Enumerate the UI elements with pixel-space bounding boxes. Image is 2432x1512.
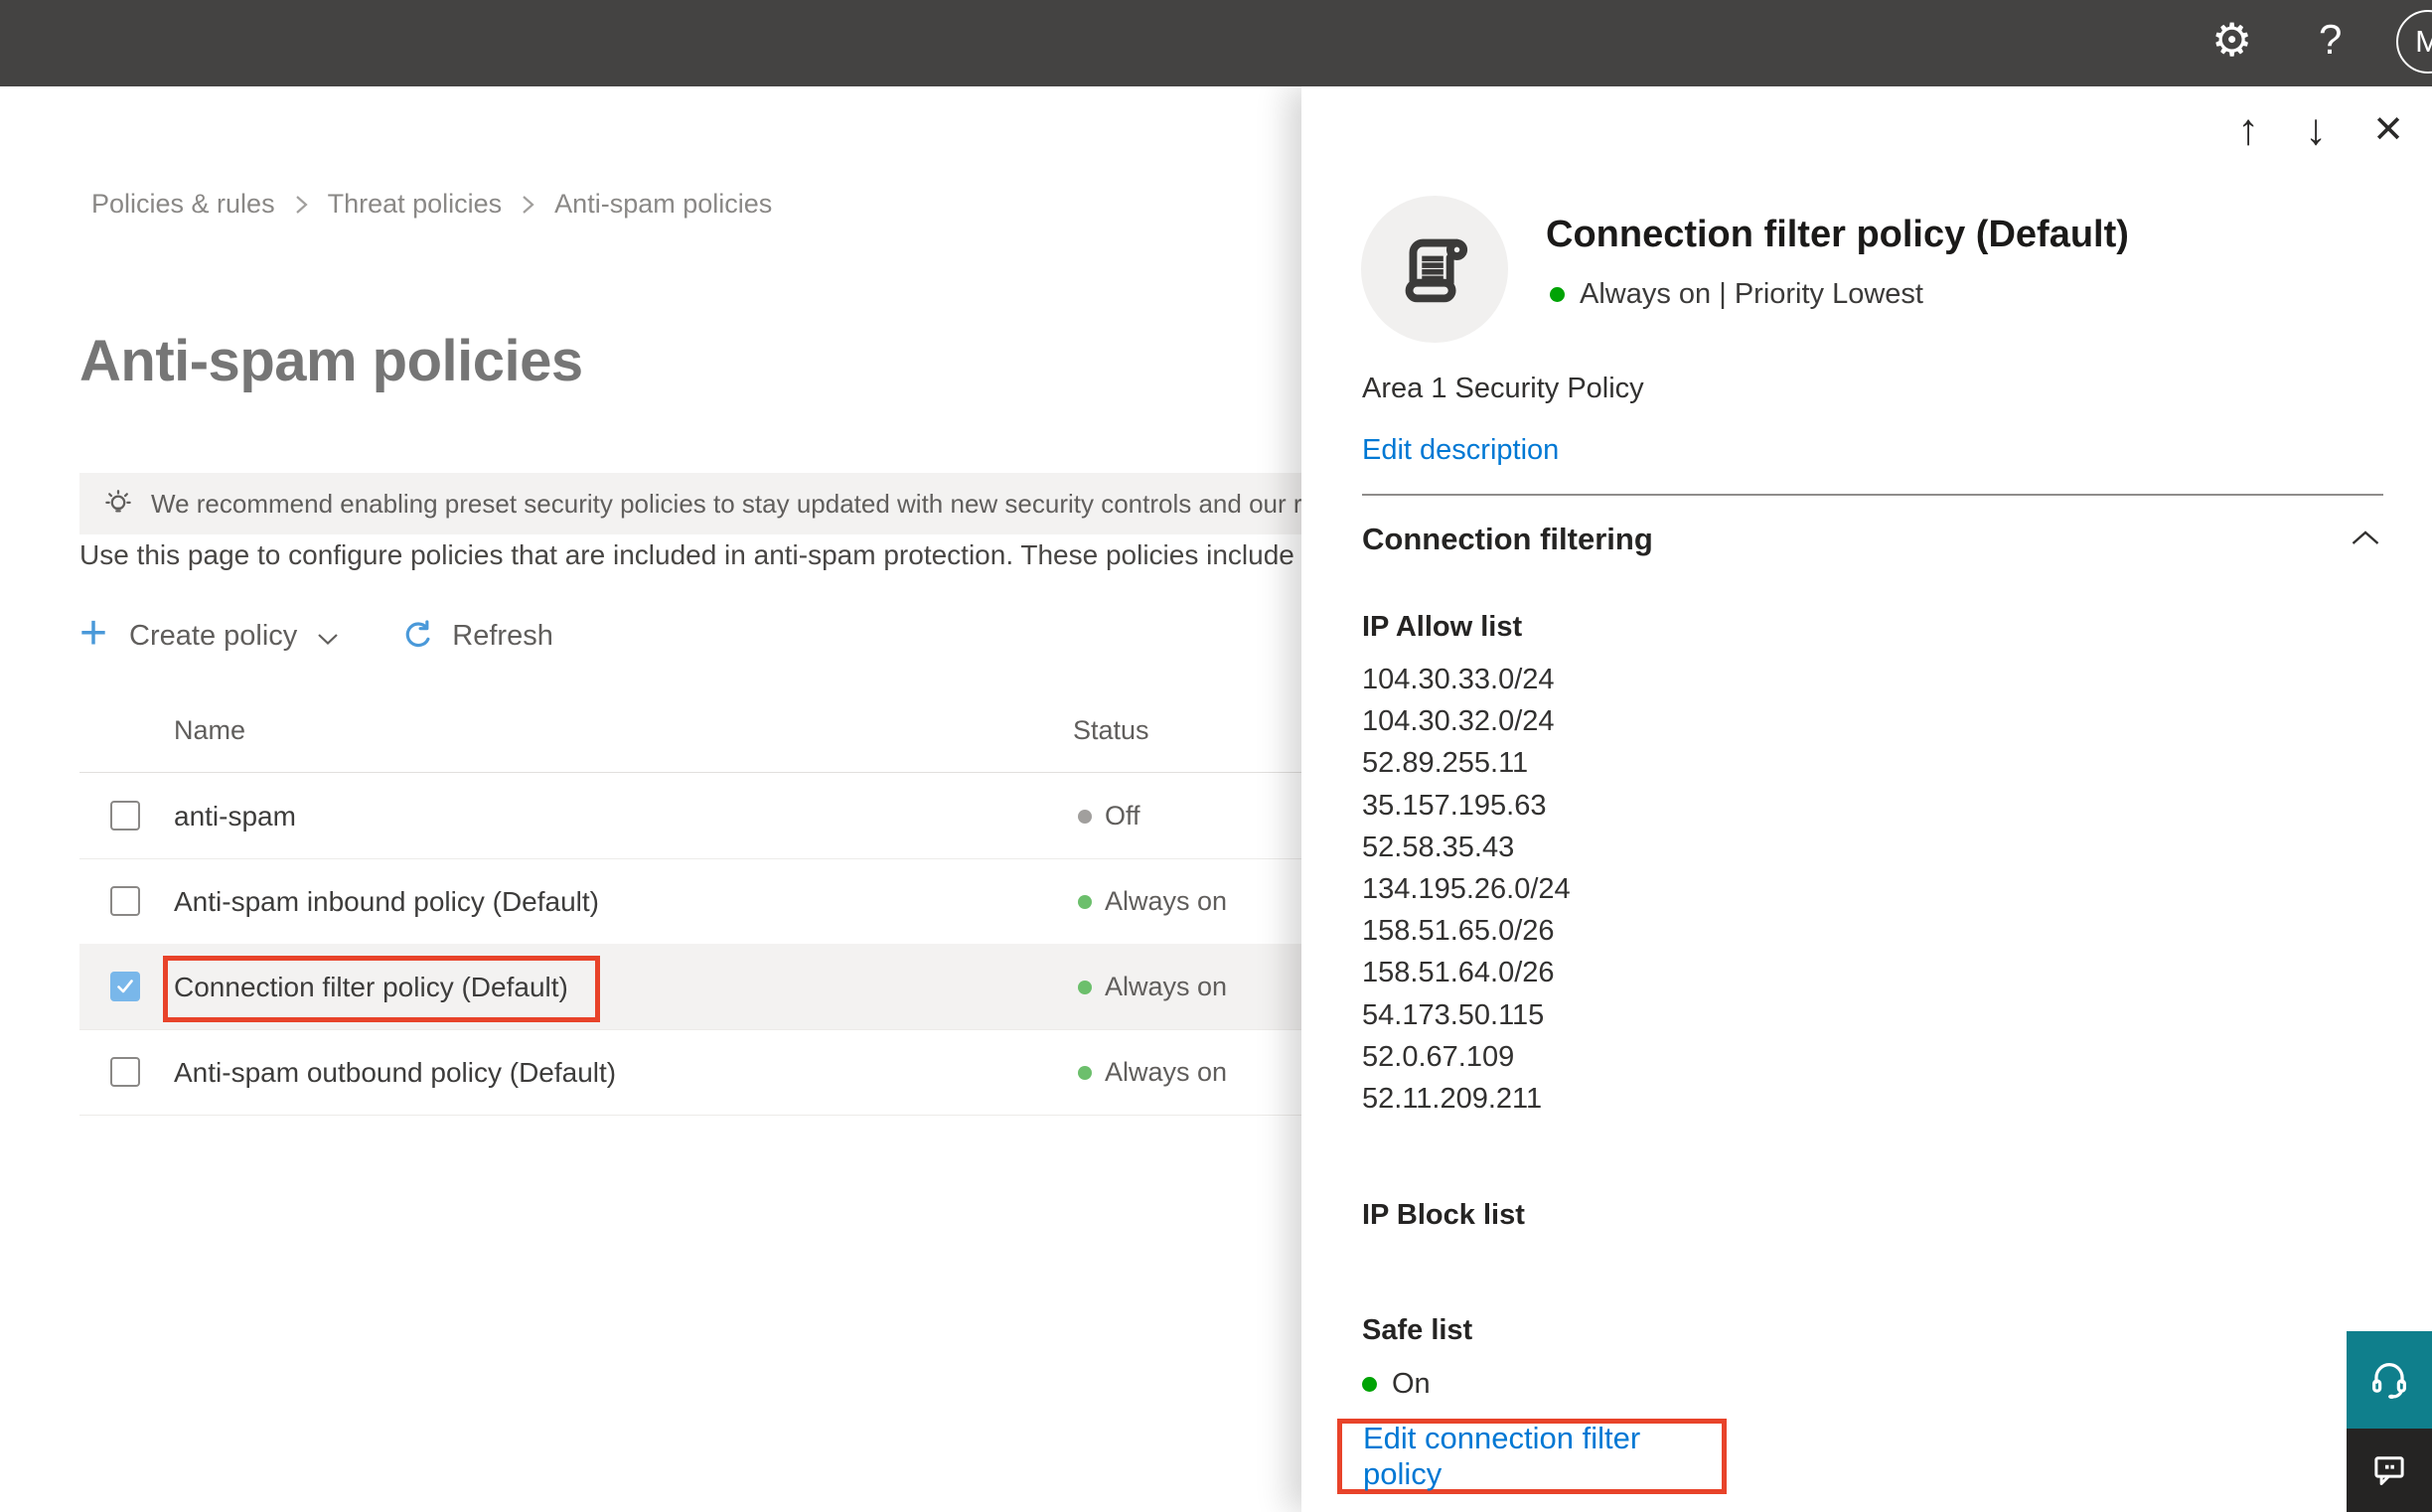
previous-item-arrow-up-icon[interactable]: ↑ (2237, 108, 2259, 152)
ip-entry: 35.157.195.63 (1362, 789, 1547, 822)
ip-entry: 104.30.33.0/24 (1362, 664, 1555, 695)
chevron-up-icon[interactable] (2351, 529, 2380, 546)
policy-name[interactable]: anti-spam (174, 801, 296, 832)
row-checkbox[interactable] (110, 801, 140, 831)
policy-status: Always on (1078, 972, 1227, 1002)
ip-entry: 54.173.50.115 (1362, 998, 1545, 1031)
settings-gear-icon[interactable]: ⚙ (2211, 17, 2252, 63)
table-row[interactable]: Anti-spam inbound policy (Default) Alway… (79, 858, 1301, 945)
status-dot-on (1078, 1065, 1092, 1080)
row-checkbox-checked[interactable] (110, 972, 140, 1001)
ip-entry: 134.195.26.0/24 (1362, 873, 1571, 906)
policy-status: Off (1078, 801, 1140, 832)
ip-entry: 52.58.35.43 (1362, 831, 1515, 863)
policy-scroll-icon (1361, 196, 1508, 343)
edit-description-link[interactable]: Edit description (1362, 434, 1559, 467)
panel-title: Connection filter policy (Default) (1546, 214, 2129, 255)
breadcrumb-separator-icon (523, 195, 534, 214)
page-intro-text: Use this page to configure policies that… (79, 539, 1294, 570)
red-highlight-box (163, 956, 600, 1022)
policy-name[interactable]: Anti-spam outbound policy (Default) (174, 1057, 616, 1089)
support-button[interactable] (2347, 1331, 2432, 1429)
breadcrumb-policies-rules[interactable]: Policies & rules (91, 189, 275, 220)
plus-icon: + (79, 607, 108, 660)
ip-entry: 158.51.65.0/26 (1362, 915, 1555, 948)
safe-list-title: Safe list (1362, 1314, 1473, 1346)
refresh-icon (406, 620, 430, 648)
ip-entry: 52.0.67.109 (1362, 1040, 1515, 1073)
status-dot-on (1078, 894, 1092, 909)
status-dot-off (1078, 809, 1092, 824)
policy-description: Area 1 Security Policy (1362, 373, 1644, 404)
app-root: ⚙ ? M Policies & rules Threat policies A… (0, 0, 2432, 1512)
status-dot-on (1362, 1377, 1377, 1392)
ip-allow-list: 104.30.33.0/24 104.30.32.0/24 52.89.255.… (1362, 659, 1571, 1120)
ip-entry: 52.89.255.11 (1362, 747, 1529, 780)
policy-status: Always on (1078, 886, 1227, 917)
ip-allow-list-title: IP Allow list (1362, 611, 1523, 643)
check-icon (117, 980, 133, 993)
safe-list-status-label: On (1392, 1368, 1431, 1400)
command-bar: + Create policy Refresh (79, 608, 553, 664)
table-header: Name Status (79, 689, 1301, 773)
recommendation-banner: We recommend enabling preset security po… (79, 473, 1331, 534)
panel-actions: ↑ ↓ ✕ (2237, 108, 2404, 152)
avatar[interactable]: M (2396, 10, 2432, 74)
ip-entry: 52.11.209.211 (1362, 1083, 1543, 1116)
row-checkbox[interactable] (110, 886, 140, 916)
panel-divider (1362, 494, 2383, 496)
panel-status-text: Always on | Priority Lowest (1580, 278, 1923, 310)
column-header-name[interactable]: Name (174, 715, 245, 746)
status-label: Always on (1105, 886, 1228, 916)
create-policy-button[interactable]: + Create policy (79, 610, 339, 658)
panel-status-line: Always on | Priority Lowest (1550, 278, 1923, 311)
safe-list-status: On (1362, 1368, 1431, 1401)
lightbulb-icon (101, 487, 135, 521)
banner-text: We recommend enabling preset security po… (151, 488, 1331, 519)
refresh-label: Refresh (452, 619, 553, 652)
table-row[interactable]: Anti-spam outbound policy (Default) Alwa… (79, 1029, 1301, 1116)
ip-block-list-title: IP Block list (1362, 1199, 1525, 1231)
table-row[interactable]: anti-spam Off (79, 773, 1301, 859)
status-dot-on (1078, 980, 1092, 994)
top-bar: ⚙ ? M (0, 0, 2432, 86)
feedback-button[interactable] (2347, 1429, 2432, 1512)
details-flyout-panel: ↑ ↓ ✕ Connection filter policy (Default) (1301, 86, 2432, 1512)
breadcrumb-anti-spam-policies[interactable]: Anti-spam policies (554, 189, 772, 220)
row-checkbox[interactable] (110, 1057, 140, 1087)
chevron-down-icon (317, 633, 339, 646)
page-title: Anti-spam policies (79, 329, 583, 393)
refresh-button[interactable]: Refresh (400, 618, 553, 654)
column-header-status[interactable]: Status (1073, 715, 1149, 746)
policy-name[interactable]: Anti-spam inbound policy (Default) (174, 886, 599, 918)
policy-status: Always on (1078, 1057, 1227, 1088)
table-row-selected[interactable]: Connection filter policy (Default) Alway… (79, 944, 1301, 1030)
next-item-arrow-down-icon[interactable]: ↓ (2305, 108, 2327, 152)
breadcrumb-separator-icon (295, 195, 308, 214)
breadcrumb: Policies & rules Threat policies Anti-sp… (91, 189, 772, 220)
help-question-icon[interactable]: ? (2319, 16, 2342, 64)
connection-filtering-section-header: Connection filtering (1362, 522, 1653, 556)
headset-icon (2372, 1363, 2406, 1399)
status-label: Off (1105, 801, 1140, 831)
ip-entry: 158.51.64.0/26 (1362, 957, 1555, 989)
status-label: Always on (1105, 1057, 1228, 1087)
ip-entry: 104.30.32.0/24 (1362, 705, 1555, 738)
avatar-initial: M (2415, 24, 2432, 59)
status-label: Always on (1105, 972, 1228, 1001)
edit-connection-filter-policy-link[interactable]: Edit connection filter policy (1363, 1421, 1722, 1492)
red-highlight-box: Edit connection filter policy (1337, 1419, 1727, 1494)
feedback-speech-bubble-icon (2374, 1456, 2404, 1485)
breadcrumb-threat-policies[interactable]: Threat policies (328, 189, 503, 220)
status-dot-on (1550, 287, 1565, 302)
create-policy-label: Create policy (129, 619, 298, 652)
close-icon[interactable]: ✕ (2372, 111, 2404, 149)
